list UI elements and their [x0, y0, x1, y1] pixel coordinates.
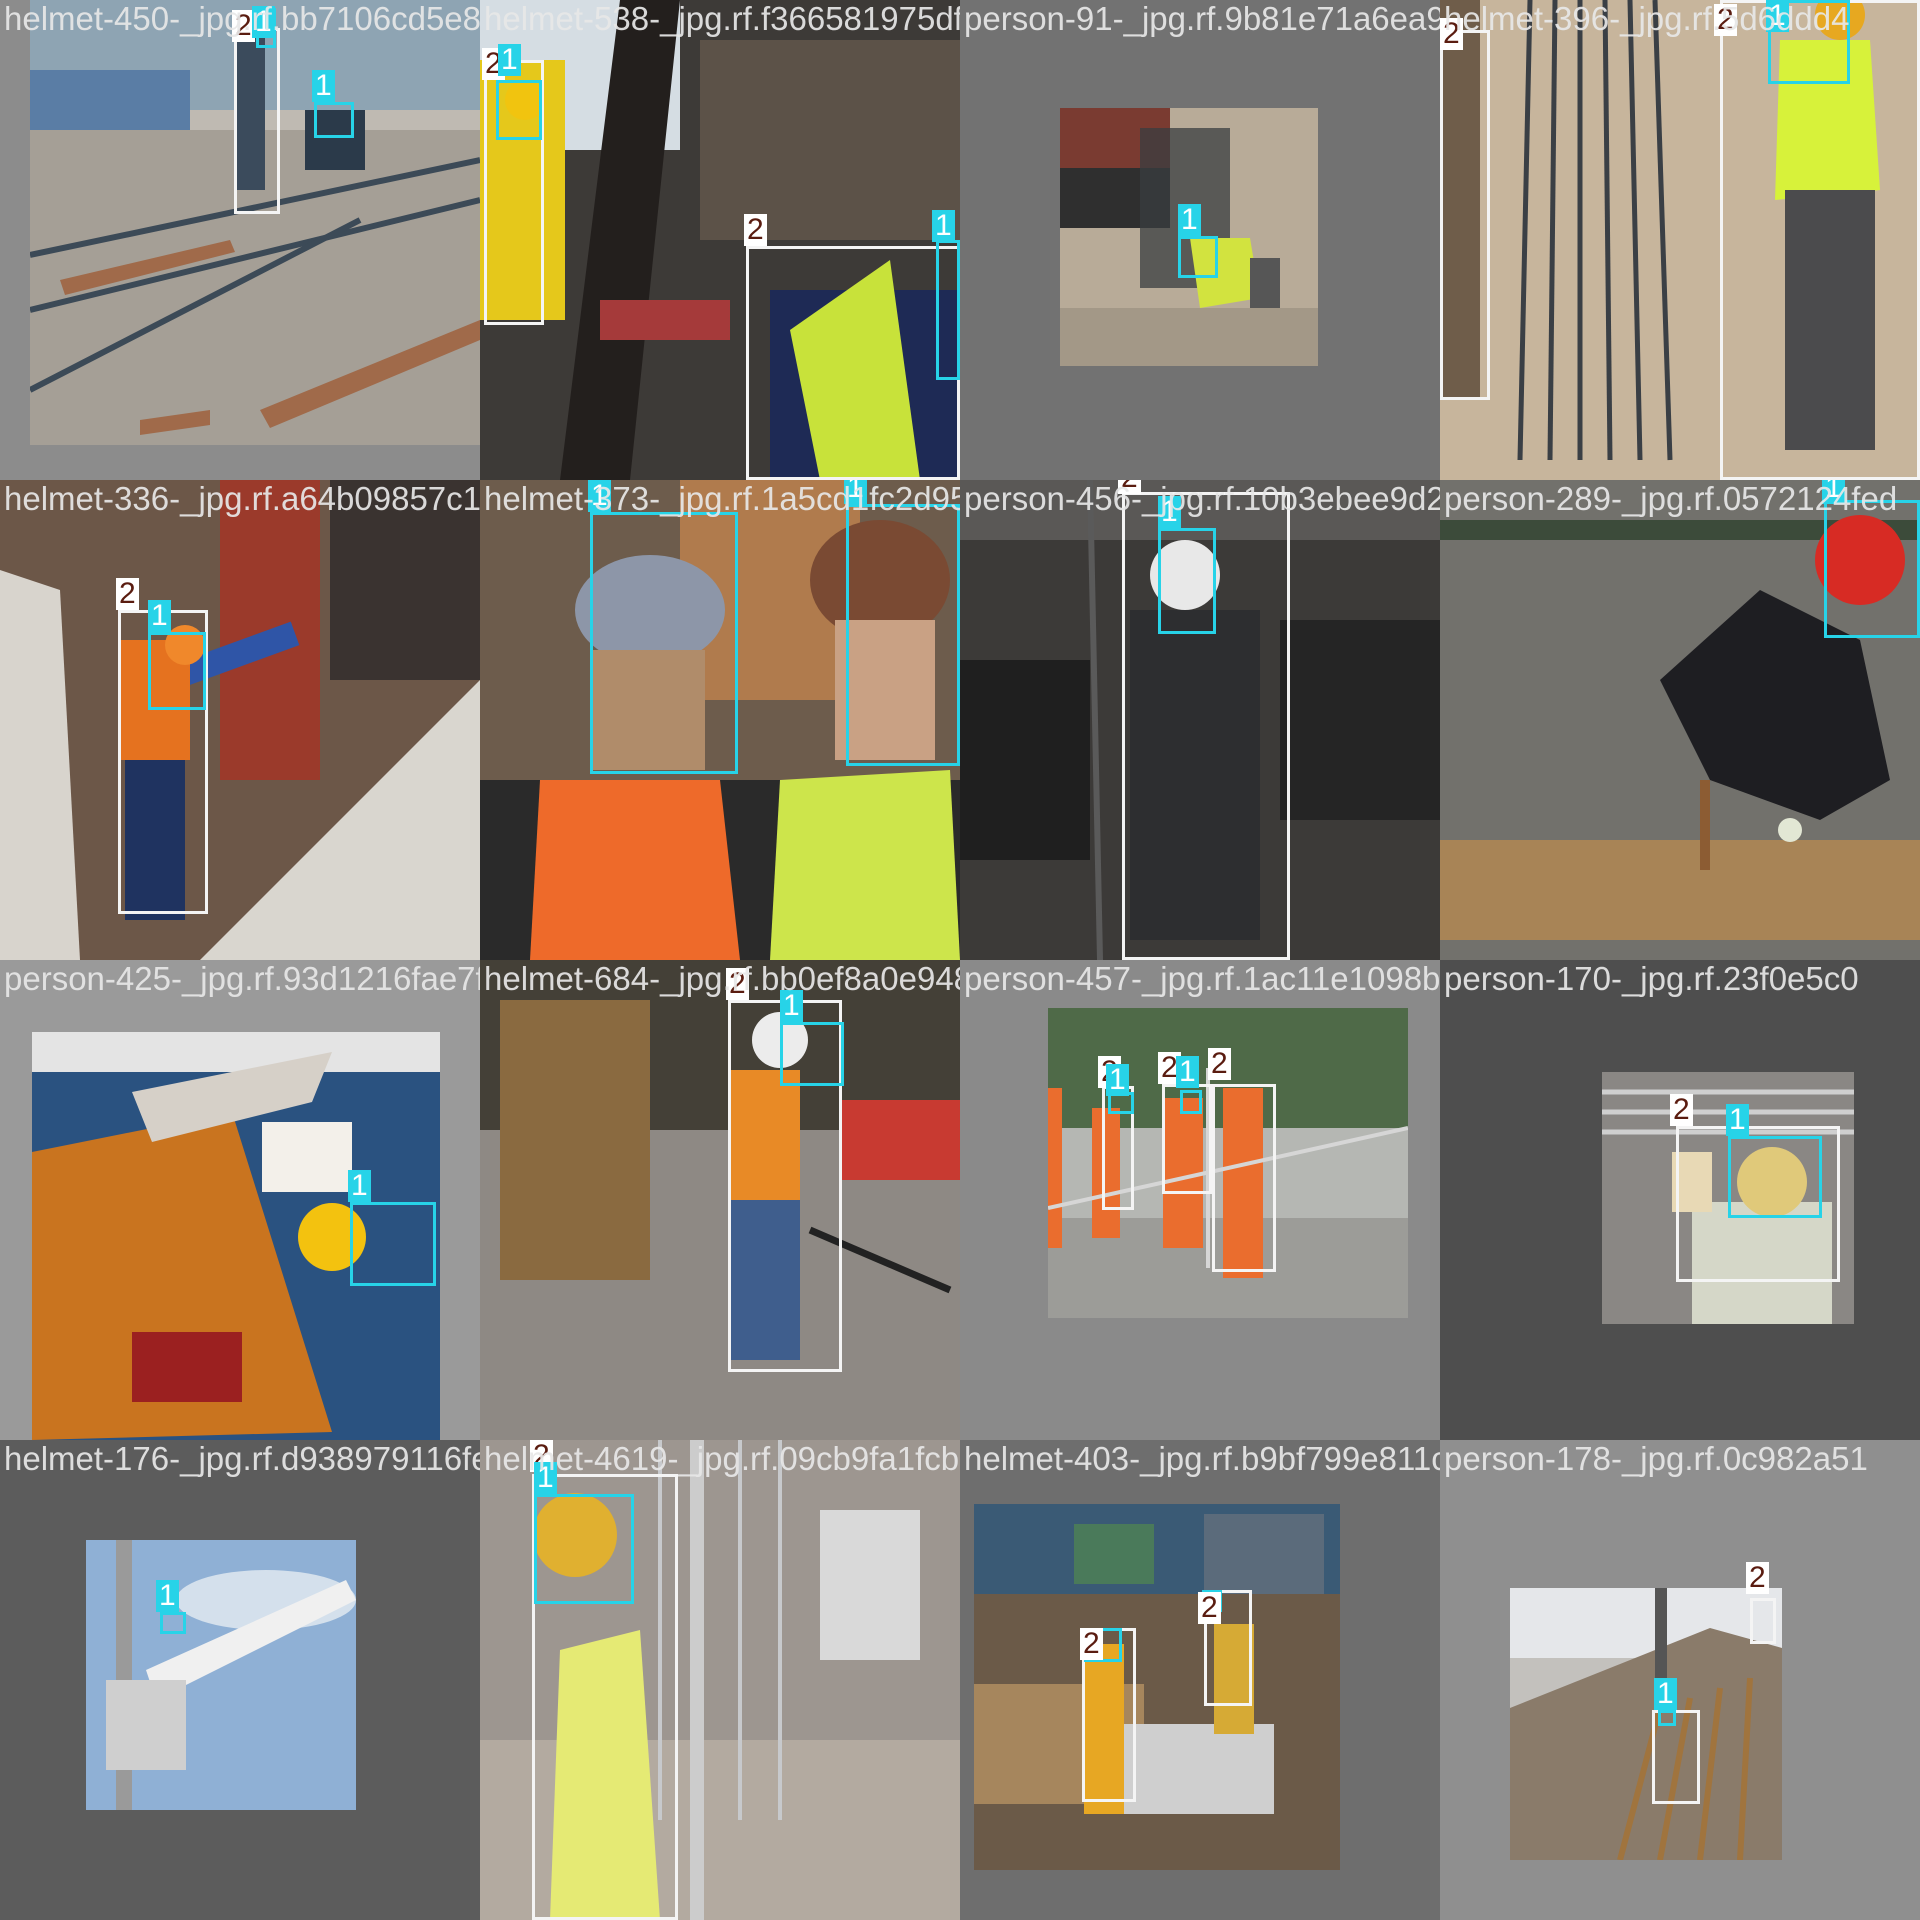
person-bounding-box [746, 246, 960, 480]
helmet-bounding-box [936, 240, 960, 380]
class-label-1: 1 [932, 210, 955, 242]
tile-filename: helmet-538-_jpg.rf.f366581975df5e2-9-16f… [484, 0, 960, 37]
tile-filename: person-91-_jpg.rf.9b81e71a6ea96809993 [964, 0, 1440, 37]
class-label-2: 2 [1670, 1094, 1693, 1126]
helmet-bounding-box [846, 504, 960, 766]
mosaic-tile-7: 2 1 person-456-_jpg.rf.10b3ebee9d22e5891… [960, 480, 1440, 960]
mosaic-tile-13: 1 helmet-176-_jpg.rf.d938979116fe7a4619d… [0, 1440, 480, 1920]
helmet-bounding-box [534, 1494, 634, 1604]
helmet-bounding-box [1824, 500, 1920, 638]
tile-filename: person-456-_jpg.rf.10b3ebee9d22e5891d97 [964, 480, 1440, 517]
helmet-bounding-box [1178, 236, 1218, 278]
class-label-1: 1 [1654, 1678, 1677, 1710]
class-label-1: 1 [1106, 1064, 1129, 1096]
class-label-2: 2 [1208, 1048, 1231, 1080]
tile-filename: person-289-_jpg.rf.0572124fed [1444, 480, 1898, 517]
mosaic-tile-15: 2 2 helmet-403-_jpg.rf.b9bf799e811c8378e… [960, 1440, 1440, 1920]
helmet-bounding-box [350, 1202, 436, 1286]
class-label-1: 1 [156, 1580, 179, 1612]
tile-filename: person-457-_jpg.rf.1ac11e1098bfa61f0e0d [964, 960, 1440, 997]
tile-photo [0, 480, 480, 960]
tile-filename: helmet-396-_jpg.rf.5d6ddd4 [1444, 0, 1850, 37]
person-bounding-box [234, 28, 280, 214]
tile-filename: helmet-336-_jpg.rf.a64b09857c1ae7c3fa002 [4, 480, 480, 517]
class-label-2: 2 [1080, 1628, 1103, 1660]
tile-filename: helmet-403-_jpg.rf.b9bf799e811c8378eb4 [964, 1440, 1440, 1477]
class-label-2: 2 [744, 214, 767, 246]
class-label-2: 2 [1746, 1562, 1769, 1594]
helmet-bounding-box [1728, 1136, 1822, 1218]
tile-photo [1510, 1588, 1782, 1860]
tile-filename: helmet-4619-_jpg.rf.09cb9fa1fcb036d703 [484, 1440, 960, 1477]
construction-site-photo [480, 960, 960, 1440]
mosaic-tile-11: 2 2 1 1 2 person-457-_jpg.rf.1ac11e1098b… [960, 960, 1440, 1440]
construction-site-photo [1510, 1588, 1782, 1860]
helmet-bounding-box [314, 102, 354, 138]
helmet-bounding-box [780, 1022, 844, 1086]
mosaic-tile-3: 1 person-91-_jpg.rf.9b81e71a6ea96809993 [960, 0, 1440, 480]
tile-filename: helmet-684-_jpg.rf.bb0ef8a0e948bec4c7 [484, 960, 960, 997]
mosaic-tile-9: 1 person-425-_jpg.rf.93d1216fae7fb6804c2 [0, 960, 480, 1440]
tile-photo [974, 1504, 1340, 1870]
mosaic-tile-5: 2 1 helmet-336-_jpg.rf.a64b09857c1ae7c3f… [0, 480, 480, 960]
tile-filename: person-178-_jpg.rf.0c982a51 [1444, 1440, 1868, 1477]
class-label-1: 1 [148, 600, 171, 632]
helmet-bounding-box [160, 1612, 186, 1634]
utility-pole-photo [86, 1540, 356, 1810]
mosaic-tile-8: 1 person-289-_jpg.rf.0572124fed [1440, 480, 1920, 960]
person-bounding-box [1440, 30, 1490, 400]
tile-filename: helmet-450-_jpg.rf.bb7106cd5e8ea5386ab6f [4, 0, 480, 37]
tile-filename: person-170-_jpg.rf.23f0e5c0 [1444, 960, 1859, 997]
class-label-1: 1 [348, 1170, 371, 1202]
class-label-2: 2 [116, 578, 139, 610]
mosaic-tile-1: 2 1 1 helmet-450-_jpg.rf.bb7106cd5e8ea53… [0, 0, 480, 480]
tile-filename: helmet-176-_jpg.rf.d938979116fe7a4619d05 [4, 1440, 480, 1477]
tile-photo [480, 960, 960, 1440]
person-bounding-box [1212, 1084, 1276, 1272]
mosaic-tile-2: 2 1 2 1 helmet-538-_jpg.rf.f366581975df5… [480, 0, 960, 480]
construction-site-photo [0, 480, 480, 960]
class-label-1: 1 [498, 44, 521, 76]
class-label-1: 1 [1176, 1056, 1199, 1088]
mosaic-tile-14: 2 1 helmet-4619-_jpg.rf.09cb9fa1fcb036d7… [480, 1440, 960, 1920]
mosaic-tile-6: 1 1 helmet-373-_jpg.rf.1a5cd1fc2d95b9-14… [480, 480, 960, 960]
construction-site-photo [974, 1504, 1340, 1870]
helmet-bounding-box [1658, 1710, 1676, 1726]
mosaic-tile-12: 2 1 person-170-_jpg.rf.23f0e5c0 [1440, 960, 1920, 1440]
mosaic-tile-4: 2 2 1 helmet-396-_jpg.rf.5d6ddd4 [1440, 0, 1920, 480]
class-label-1: 1 [1726, 1104, 1749, 1136]
helmet-bounding-box [1180, 1090, 1202, 1114]
helmet-bounding-box [148, 632, 206, 710]
tile-filename: person-425-_jpg.rf.93d1216fae7fb6804c2 [4, 960, 480, 997]
tile-filename: helmet-373-_jpg.rf.1a5cd1fc2d95b9-1456 [484, 480, 960, 517]
mosaic-tile-16: 2 1 person-178-_jpg.rf.0c982a51 [1440, 1440, 1920, 1920]
class-label-2: 2 [1198, 1592, 1221, 1624]
person-bounding-box [1750, 1598, 1776, 1644]
tile-photo [86, 1540, 356, 1810]
class-label-1: 1 [312, 70, 335, 102]
helmet-bounding-box [590, 512, 738, 774]
mosaic-tile-10: 2 1 helmet-684-_jpg.rf.bb0ef8a0e948bec4c… [480, 960, 960, 1440]
helmet-bounding-box [496, 80, 542, 140]
class-label-1: 1 [1178, 204, 1201, 236]
helmet-bounding-box [1158, 528, 1216, 634]
